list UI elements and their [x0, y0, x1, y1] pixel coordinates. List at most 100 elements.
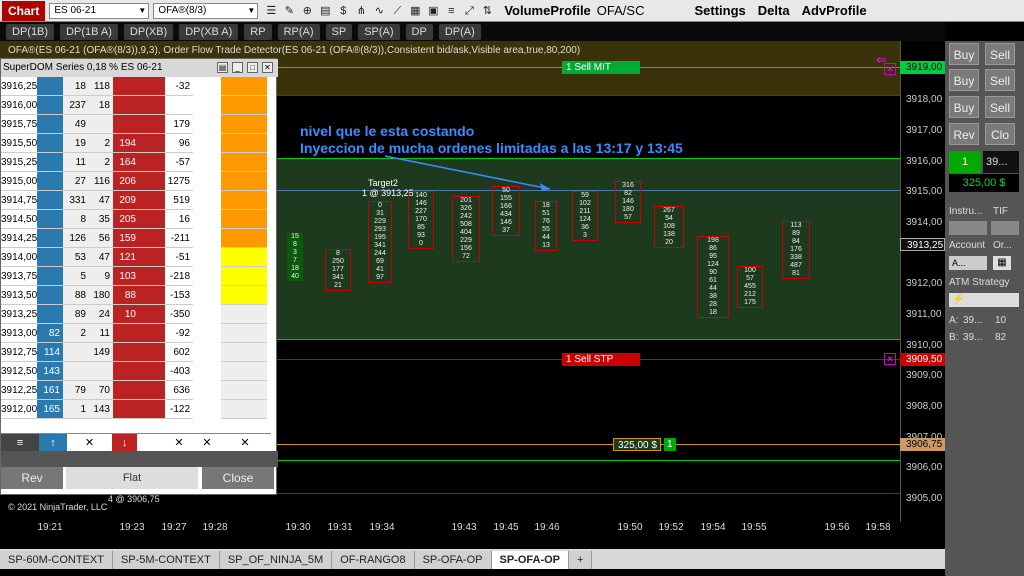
- zoom-icon[interactable]: ⊕: [298, 3, 316, 19]
- series-selector[interactable]: OFA®(8/3) ▼: [153, 2, 259, 19]
- dom-cell-ask[interactable]: 10: [113, 305, 139, 324]
- close-icon[interactable]: ✕: [262, 62, 273, 73]
- instrument-selector[interactable]: ES 06-21 ▼: [49, 2, 150, 19]
- dom-cell-bid[interactable]: [37, 210, 63, 229]
- cancel-icon[interactable]: ✕: [193, 434, 221, 452]
- menu-icon[interactable]: ≡: [1, 434, 39, 452]
- dom-cell-side[interactable]: [221, 343, 267, 362]
- pencil-icon[interactable]: ✎: [280, 3, 298, 19]
- tab[interactable]: SP-60M-CONTEXT: [0, 551, 113, 569]
- dom-cell-bid[interactable]: [37, 172, 63, 191]
- tab[interactable]: SP-OFA-OP: [414, 551, 492, 569]
- dom-cell-ask[interactable]: 121: [113, 248, 139, 267]
- dom-cell-bid[interactable]: [37, 191, 63, 210]
- dom-cell-bid[interactable]: [37, 96, 63, 115]
- dom-cell-ask[interactable]: 103: [113, 267, 139, 286]
- tab-active[interactable]: SP-OFA-OP: [491, 551, 570, 569]
- dom-cell-side[interactable]: [221, 115, 267, 134]
- dom-cell-bid[interactable]: 161: [37, 381, 63, 400]
- dom-cell-side[interactable]: [221, 267, 267, 286]
- indicator-button[interactable]: DP(1B A): [60, 23, 118, 40]
- grid-icon[interactable]: ▦: [406, 3, 424, 19]
- dom-cell-ask[interactable]: 194: [113, 134, 139, 153]
- close-position-button[interactable]: Close: [202, 467, 274, 489]
- dom-cell-bid[interactable]: 165: [37, 400, 63, 419]
- tab[interactable]: OF-RANGO8: [332, 551, 415, 569]
- dom-cell-side[interactable]: [221, 400, 267, 419]
- adv-profile-button[interactable]: AdvProfile: [802, 3, 867, 18]
- dom-cell-bid[interactable]: 82: [37, 324, 63, 343]
- close-button[interactable]: Clo: [985, 123, 1015, 145]
- arrow-down-icon[interactable]: ↓: [112, 434, 137, 452]
- buy-button[interactable]: Buy: [949, 69, 979, 91]
- indicator-button[interactable]: SP: [325, 23, 353, 40]
- dom-cell-bid[interactable]: [37, 77, 63, 96]
- dom-cell-ask[interactable]: 205: [113, 210, 139, 229]
- dom-cell-ask[interactable]: 159: [113, 229, 139, 248]
- delta-icon[interactable]: ⇅: [478, 3, 496, 19]
- dom-cell-ask[interactable]: 206: [113, 172, 139, 191]
- indicator-button[interactable]: DP(A): [438, 23, 481, 40]
- dom-cell-ask[interactable]: [113, 362, 139, 381]
- ofa-sc-button[interactable]: OFA/SC: [597, 3, 645, 18]
- expand-icon[interactable]: ⤢: [460, 3, 478, 19]
- dom-cell-side[interactable]: [221, 305, 267, 324]
- cancel-icon[interactable]: ✕: [67, 434, 112, 452]
- dom-cell-bid[interactable]: [37, 267, 63, 286]
- indicator-button[interactable]: RP(A): [277, 23, 320, 40]
- sell-button[interactable]: Sell: [985, 43, 1015, 65]
- reverse-button[interactable]: Rev: [949, 123, 979, 145]
- indicator-button[interactable]: DP(1B): [6, 23, 55, 40]
- dom-cell-bid[interactable]: [37, 115, 63, 134]
- dom-cell-bid[interactable]: [37, 229, 63, 248]
- cancel-icon[interactable]: ✕: [225, 434, 265, 452]
- dom-cell-bid[interactable]: [37, 286, 63, 305]
- add-tab-button[interactable]: +: [569, 551, 593, 569]
- buy-button[interactable]: Buy: [949, 96, 979, 118]
- settings-button[interactable]: Settings: [694, 3, 745, 18]
- dom-cell-side[interactable]: [221, 77, 267, 96]
- arrow-up-icon[interactable]: ↑: [39, 434, 67, 452]
- dom-cell-side[interactable]: [221, 153, 267, 172]
- instrument-selector[interactable]: [949, 221, 987, 235]
- dom-cell-side[interactable]: [221, 210, 267, 229]
- cancel-icon[interactable]: ✕: [165, 434, 193, 452]
- sell-button[interactable]: Sell: [985, 69, 1015, 91]
- window-menu-icon[interactable]: ▤: [217, 62, 228, 73]
- ticket-icon[interactable]: ▣: [424, 3, 442, 19]
- dom-cell-ask[interactable]: [113, 400, 139, 419]
- dom-cell-side[interactable]: [221, 248, 267, 267]
- dom-cell-bid[interactable]: [37, 134, 63, 153]
- dom-cell-ask[interactable]: 209: [113, 191, 139, 210]
- calculator-icon[interactable]: ▦: [993, 256, 1011, 270]
- account-selector[interactable]: A...: [949, 256, 987, 270]
- indicator-button[interactable]: DP(XB): [123, 23, 174, 40]
- indicator-button[interactable]: SP(A): [358, 23, 400, 40]
- dom-cell-side[interactable]: [221, 286, 267, 305]
- dom-cell-side[interactable]: [221, 96, 267, 115]
- sell-button[interactable]: Sell: [985, 96, 1015, 118]
- dom-cell-side[interactable]: [221, 362, 267, 381]
- dom-cell-bid[interactable]: 143: [37, 362, 63, 381]
- indicator-button[interactable]: DP: [405, 23, 433, 40]
- dom-cell-bid[interactable]: [37, 305, 63, 324]
- dom-cell-bid[interactable]: 114: [37, 343, 63, 362]
- dom-cell-side[interactable]: [221, 134, 267, 153]
- dom-cell-ask[interactable]: [113, 96, 139, 115]
- dom-cell-ask[interactable]: 88: [113, 286, 139, 305]
- dom-cell-side[interactable]: [221, 191, 267, 210]
- dom-cell-bid[interactable]: [37, 248, 63, 267]
- superdom-window[interactable]: SuperDOM Series 0,18 % ES 06-21 ▤ _ □ ✕ …: [0, 58, 278, 495]
- strategy-icon[interactable]: ⋔: [352, 3, 370, 19]
- lines-icon[interactable]: ≡: [442, 3, 460, 19]
- maximize-icon[interactable]: □: [247, 62, 258, 73]
- volume-profile-button[interactable]: VolumeProfile: [504, 3, 590, 18]
- dom-cell-bid[interactable]: [37, 153, 63, 172]
- buy-button[interactable]: Buy: [949, 43, 979, 65]
- indicator-button[interactable]: RP: [244, 23, 272, 40]
- dom-cell-ask[interactable]: [113, 324, 139, 343]
- indicator-button[interactable]: DP(XB A): [179, 23, 239, 40]
- delta-button[interactable]: Delta: [758, 3, 790, 18]
- dom-cell-side[interactable]: [221, 172, 267, 191]
- properties-icon[interactable]: ▤: [316, 3, 334, 19]
